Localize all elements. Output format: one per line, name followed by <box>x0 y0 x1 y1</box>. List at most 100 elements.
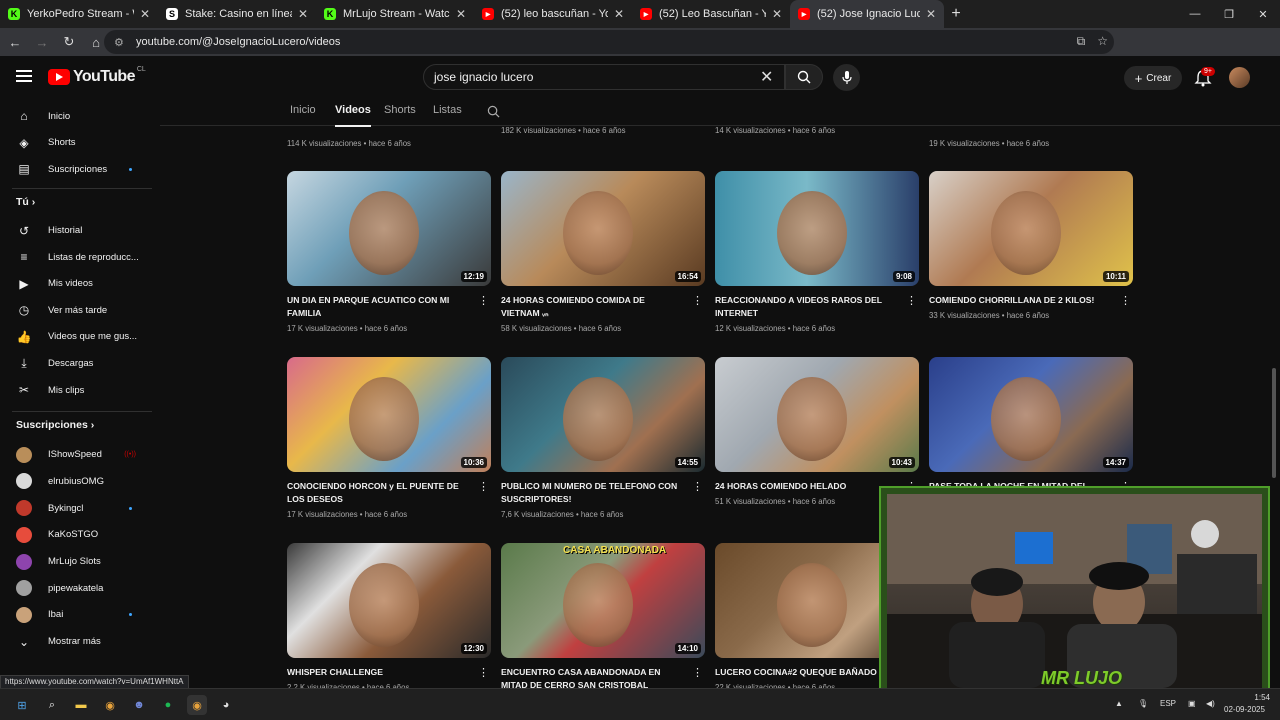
channel-search-icon[interactable] <box>487 105 500 118</box>
video-thumbnail[interactable]: 14:37 <box>929 357 1133 472</box>
chrome-taskbar-icon[interactable]: ◉ <box>100 695 120 715</box>
you-section-header[interactable]: Tú › <box>16 196 35 208</box>
sidebar-item-download[interactable]: ⤓ Descargas <box>0 351 152 377</box>
more-actions-icon[interactable]: ⋮ <box>692 294 703 307</box>
subscription-channel[interactable]: Ibai <box>0 602 152 628</box>
youtube-logo[interactable]: YouTube CL <box>48 66 146 86</box>
spotify-icon[interactable]: ● <box>158 695 178 715</box>
chrome-active-icon[interactable]: ◉ <box>187 695 207 715</box>
browser-tab[interactable]: ▶ (52) leo bascuñan - YouTube ✕ <box>474 0 632 28</box>
browser-tab[interactable]: K YerkoPedro Stream - Watch Live ✕ <box>0 0 158 28</box>
video-title[interactable]: 24 HORAS COMIENDO HELADO <box>715 480 895 493</box>
browser-tab[interactable]: ▶ (52) Leo Bascuñan - YouTube ✕ <box>632 0 790 28</box>
video-card[interactable]: 10:11 COMIENDO CHORRILLANA DE 2 KILOS! 33 … <box>929 171 1133 320</box>
account-avatar[interactable] <box>1229 67 1250 88</box>
video-card[interactable]: 10:43 24 HORAS COMIENDO HELADO 51 K visual… <box>715 357 919 506</box>
video-title[interactable]: REACCIONANDO A VIDEOS RAROS DEL INTERNET <box>715 294 895 320</box>
subscription-channel[interactable]: elrubiusOMG <box>0 468 152 494</box>
video-card[interactable]: 9:08 REACCIONANDO A VIDEOS RAROS DEL INTE… <box>715 171 919 333</box>
close-tab-icon[interactable]: ✕ <box>140 7 150 21</box>
video-title[interactable]: ENCUENTRO CASA ABANDONADA EN MITAD DE CE… <box>501 666 681 688</box>
video-thumbnail[interactable]: 12:19 <box>287 171 491 286</box>
subscription-channel[interactable]: pipewakatela <box>0 575 152 601</box>
sidebar-item-suscripciones[interactable]: ▤ Suscripciones <box>0 156 152 182</box>
language-indicator[interactable]: ESP <box>1160 699 1176 708</box>
show-more-button[interactable]: ⌄ Mostrar más <box>0 629 152 655</box>
page-scrollbar[interactable] <box>1272 368 1276 478</box>
tab-shorts[interactable]: Shorts <box>384 104 416 116</box>
search-input[interactable]: jose ignacio lucero <box>423 64 785 90</box>
clock-time[interactable]: 1:54 <box>1228 693 1270 702</box>
video-thumbnail[interactable]: 10:11 <box>929 171 1133 286</box>
more-actions-icon[interactable]: ⋮ <box>478 480 489 493</box>
site-info-icon[interactable]: ⚙ <box>114 36 126 49</box>
video-thumbnail[interactable]: 14:55 <box>501 357 705 472</box>
close-tab-icon[interactable]: ✕ <box>926 7 936 21</box>
video-title[interactable]: 24 HORAS COMIENDO COMIDA DE VIETNAM ᵥₙ <box>501 294 681 320</box>
tab-videos[interactable]: Videos <box>335 104 371 127</box>
close-tab-icon[interactable]: ✕ <box>298 7 308 21</box>
file-explorer-icon[interactable]: ▬ <box>71 695 91 715</box>
sidebar-item-history[interactable]: ↺ Historial <box>0 218 152 244</box>
video-thumbnail[interactable]: 12:30 <box>287 543 491 658</box>
clock-date[interactable]: 02-09-2025 <box>1224 705 1265 714</box>
video-title[interactable]: PUBLICO MI NUMERO DE TELEFONO CON SUSCRI… <box>501 480 681 506</box>
sidebar-item-my-videos[interactable]: ▶ Mis videos <box>0 271 152 297</box>
video-thumbnail[interactable]: 10:36 <box>287 357 491 472</box>
more-actions-icon[interactable]: ⋮ <box>478 666 489 679</box>
sidebar-item-inicio[interactable]: ⌂ Inicio <box>0 103 152 129</box>
video-card[interactable]: 10:36 CONOCIENDO HORCON y EL PUENTE DE LO… <box>287 357 491 519</box>
windows-start-icon[interactable]: ⊞ <box>12 695 32 715</box>
video-card[interactable]: CASA ABANDONADA 14:10 ENCUENTRO CASA ABAND… <box>501 543 705 688</box>
sidebar-item-playlists[interactable]: ≡ Listas de reproducc... <box>0 244 152 270</box>
more-actions-icon[interactable]: ⋮ <box>906 294 917 307</box>
reload-icon[interactable]: ↻ <box>57 30 81 54</box>
minimize-icon[interactable]: — <box>1178 0 1212 28</box>
more-actions-icon[interactable]: ⋮ <box>1120 294 1131 307</box>
video-card[interactable]: 12:30 WHISPER CHALLENGE 2,2 K visualizacio… <box>287 543 491 688</box>
subscription-channel[interactable]: MrLujo Slots <box>0 549 152 575</box>
install-app-icon[interactable]: ⧉ <box>1077 34 1086 49</box>
video-thumbnail[interactable]: CASA ABANDONADA 14:10 <box>501 543 705 658</box>
tab-listas[interactable]: Listas <box>433 104 462 116</box>
forward-icon[interactable]: → <box>30 30 54 54</box>
browser-tab[interactable]: S Stake: Casino en línea y Apuest ✕ <box>158 0 316 28</box>
sidebar-item-clips[interactable]: ✂ Mis clips <box>0 377 152 403</box>
browser-tab[interactable]: ▶ (52) Jose Ignacio Lucero - YouT ✕ <box>790 0 944 28</box>
video-thumbnail[interactable]: 9:08 <box>715 171 919 286</box>
close-tab-icon[interactable]: ✕ <box>614 7 624 21</box>
bookmark-star-icon[interactable]: ☆ <box>1097 34 1108 49</box>
menu-icon[interactable] <box>16 70 32 82</box>
video-card[interactable]: 12:19 UN DIA EN PARQUE ACUATICO CON MI FA… <box>287 171 491 333</box>
video-card[interactable]: 16:54 24 HORAS COMIENDO COMIDA DE VIETNAM… <box>501 171 705 333</box>
tray-chevron-icon[interactable]: ▲ <box>1115 699 1123 708</box>
video-card[interactable]: 14:55 PUBLICO MI NUMERO DE TELEFONO CON S… <box>501 357 705 519</box>
video-title[interactable]: UN DIA EN PARQUE ACUATICO CON MI FAMILIA <box>287 294 467 320</box>
new-tab-icon[interactable]: + <box>944 5 968 23</box>
discord-icon[interactable]: ☻ <box>129 695 149 715</box>
subscription-channel[interactable]: Bykingcl <box>0 495 152 521</box>
video-title[interactable]: COMIENDO CHORRILLANA DE 2 KILOS! <box>929 294 1109 307</box>
video-title[interactable]: LUCERO COCINA#2 QUEQUE BAÑADO <box>715 666 895 679</box>
app-taskbar-icon[interactable]: ◕ <box>216 695 236 715</box>
tray-volume-icon[interactable]: ◀) <box>1206 699 1215 708</box>
subscription-channel[interactable]: KaKoSTGO <box>0 522 152 548</box>
subscription-channel[interactable]: IShowSpeed ((•)) <box>0 442 152 468</box>
tray-network-icon[interactable]: ▣ <box>1188 699 1196 708</box>
clear-search-icon[interactable]: ✕ <box>760 67 773 87</box>
video-card[interactable]: 14:37PASE TODA LA NOCHE EN MITAD DEL⋮ <box>929 357 1133 493</box>
close-tab-icon[interactable]: ✕ <box>456 7 466 21</box>
more-actions-icon[interactable]: ⋮ <box>478 294 489 307</box>
voice-search-button[interactable] <box>833 64 860 91</box>
video-title[interactable]: CONOCIENDO HORCON y EL PUENTE DE LOS DES… <box>287 480 467 506</box>
video-title[interactable]: WHISPER CHALLENGE <box>287 666 467 679</box>
create-button[interactable]: + Crear <box>1124 66 1182 90</box>
sidebar-item-watch-later[interactable]: ◷ Ver más tarde <box>0 297 152 323</box>
taskbar-search-icon[interactable]: ⌕ <box>42 695 62 715</box>
search-button[interactable] <box>785 64 823 90</box>
tray-mic-icon[interactable]: 🎙 <box>1138 699 1148 708</box>
video-thumbnail[interactable]: 16:54 <box>501 171 705 286</box>
subscriptions-section-header[interactable]: Suscripciones › <box>16 419 94 431</box>
tab-inicio[interactable]: Inicio <box>290 104 316 116</box>
sidebar-item-shorts[interactable]: ◈ Shorts <box>0 130 152 156</box>
